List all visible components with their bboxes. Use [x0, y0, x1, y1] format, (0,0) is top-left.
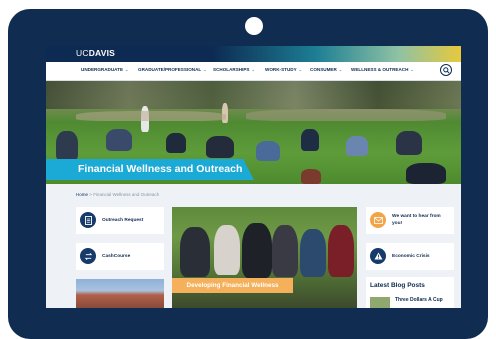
chevron-down-icon: ⌄	[251, 67, 255, 72]
chevron-down-icon: ⌄	[338, 67, 343, 72]
feature-person	[242, 223, 272, 278]
nav-label: WELLNESS & OUTREACH	[351, 67, 409, 72]
hero-person	[346, 136, 368, 156]
hero-person	[301, 169, 321, 184]
hero-person	[206, 136, 234, 158]
breadcrumb-current: Financial Wellness and Outreach	[93, 192, 160, 197]
arrows-icon	[84, 252, 92, 260]
chevron-down-icon: ⌄	[203, 67, 207, 72]
hero-crowd	[76, 111, 226, 121]
hear-from-you-card[interactable]: We want to hear from you!	[366, 207, 454, 234]
chevron-down-icon: ⌄	[410, 67, 414, 72]
blog-post-thumbnail[interactable]	[370, 297, 390, 308]
nav-label: GRADUATE/PROFESSIONAL	[138, 67, 202, 72]
hear-from-you-label-line2: you!	[392, 221, 403, 226]
outreach-request-label: Outreach Request	[102, 218, 144, 223]
hero-person	[166, 133, 186, 153]
cashcourse-label: CashCourse	[102, 254, 131, 259]
nav-label: CONSUMER	[310, 67, 337, 72]
breadcrumb-separator: >	[89, 192, 92, 197]
search-icon	[443, 67, 450, 74]
nav-undergraduate[interactable]: UNDERGRADUATE ⌄	[81, 67, 128, 72]
latest-blog-posts-heading: Latest Blog Posts	[370, 282, 425, 289]
nav-label: SCHOLARSHIPS	[213, 67, 250, 72]
ucdavis-logo[interactable]: UCDAVIS	[76, 48, 115, 58]
nav-consumer[interactable]: CONSUMER ⌄	[310, 67, 342, 72]
mail-icon	[373, 216, 383, 224]
feature-person	[272, 225, 298, 277]
nav-work-study[interactable]: WORK-STUDY ⌄	[265, 67, 302, 72]
warning-icon-badge	[370, 248, 386, 264]
outreach-request-card[interactable]: Outreach Request	[76, 207, 164, 234]
hero-person	[56, 131, 78, 161]
logo-name: DAVIS	[88, 48, 116, 58]
hero-title-banner: Financial Wellness and Outreach	[46, 159, 254, 180]
feature-person	[328, 225, 354, 277]
hero-crowd	[246, 109, 446, 121]
warning-icon	[374, 252, 382, 260]
hero-trees	[46, 81, 461, 109]
hero-person	[301, 129, 319, 151]
mail-icon-badge	[370, 212, 386, 228]
top-bar: UCDAVIS	[46, 46, 461, 62]
browser-screen: UCDAVIS UNDERGRADUATE ⌄ GRADUATE/PROFESSI…	[46, 46, 461, 308]
main-nav: UNDERGRADUATE ⌄ GRADUATE/PROFESSIONAL ⌄ SC…	[46, 62, 461, 81]
breadcrumb-home[interactable]: Home	[76, 192, 88, 197]
nav-label: UNDERGRADUATE	[81, 67, 124, 72]
economic-crisis-card[interactable]: Economic Crisis	[366, 243, 454, 270]
hero-person	[396, 131, 422, 155]
nav-scholarships[interactable]: SCHOLARSHIPS ⌄	[213, 67, 255, 72]
document-icon	[84, 215, 92, 225]
hero-person	[106, 129, 132, 151]
arrows-icon-badge	[80, 248, 96, 264]
economic-crisis-label: Economic Crisis	[392, 254, 430, 259]
developing-financial-wellness-feature[interactable]: Developing Financial Wellness	[172, 207, 357, 308]
logo-prefix: UC	[76, 48, 89, 58]
nav-graduate-professional[interactable]: GRADUATE/PROFESSIONAL ⌄	[138, 67, 207, 72]
campus-building-image	[76, 279, 164, 308]
page-title: Financial Wellness and Outreach	[78, 163, 243, 175]
hear-from-you-label-line1: We want to hear from	[392, 214, 441, 219]
document-icon-badge	[80, 212, 96, 228]
hero-person	[406, 163, 446, 184]
feature-person	[180, 227, 210, 277]
feature-person	[300, 229, 326, 277]
nav-label: WORK-STUDY	[265, 67, 297, 72]
chevron-down-icon: ⌄	[125, 67, 129, 72]
breadcrumb: Home > Financial Wellness and Outreach	[76, 192, 159, 197]
camera-dot	[245, 17, 263, 35]
search-button[interactable]	[440, 64, 452, 76]
hero-person	[256, 141, 280, 161]
blog-post-title[interactable]: Three Dollars A Cup	[395, 297, 443, 303]
feature-person	[214, 225, 240, 275]
chevron-down-icon: ⌄	[298, 67, 303, 72]
feature-caption[interactable]: Developing Financial Wellness	[172, 278, 293, 293]
nav-wellness-outreach[interactable]: WELLNESS & OUTREACH ⌄	[351, 67, 414, 72]
cashcourse-card[interactable]: CashCourse	[76, 243, 164, 270]
